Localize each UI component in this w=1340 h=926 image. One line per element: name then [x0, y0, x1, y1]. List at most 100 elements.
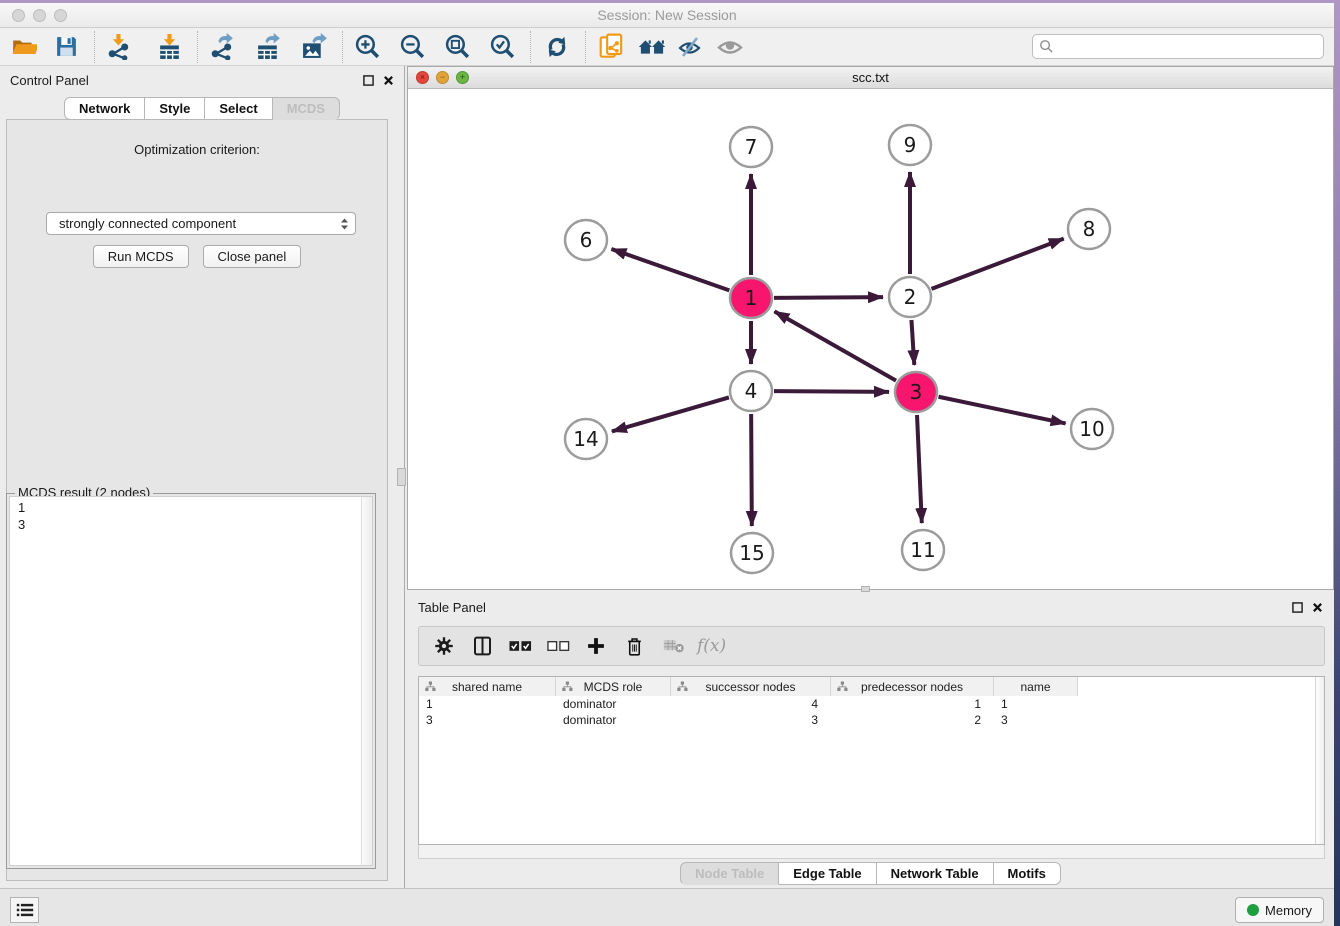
table-settings-button[interactable] — [427, 631, 461, 661]
unselect-all-columns-button[interactable] — [541, 631, 575, 661]
mcds-result-text[interactable]: 1 3 — [9, 496, 361, 866]
show-graphics-icon — [716, 34, 744, 60]
tree-column-icon — [562, 681, 573, 692]
tree-column-icon — [837, 681, 848, 692]
import-table-button[interactable] — [155, 32, 183, 62]
edge-3-11[interactable] — [917, 415, 922, 523]
node-6[interactable]: 6 — [565, 220, 607, 260]
select-all-columns-button[interactable] — [503, 631, 537, 661]
table-panel-header: Table Panel — [407, 594, 1334, 621]
cell-successor-nodes[interactable]: 3 — [671, 712, 831, 728]
edge-2-3[interactable] — [911, 320, 914, 365]
save-session-button[interactable] — [52, 32, 80, 62]
open-folder-icon — [11, 34, 37, 60]
toolbar-separator — [530, 31, 531, 63]
zoom-fit-button[interactable] — [443, 32, 471, 62]
export-network-button[interactable] — [208, 32, 236, 62]
edge-1-2[interactable] — [774, 297, 883, 298]
cell-successor-nodes[interactable]: 4 — [671, 696, 831, 712]
node-3[interactable]: 3 — [895, 372, 937, 412]
delete-table-button[interactable] — [657, 631, 691, 661]
cell-predecessor-nodes[interactable]: 1 — [831, 696, 994, 712]
table-tab-motifs[interactable]: Motifs — [994, 862, 1061, 885]
cell-name[interactable]: 3 — [994, 712, 1078, 728]
vertical-splitter-handle[interactable] — [397, 468, 406, 486]
edge-2-8[interactable] — [932, 239, 1064, 289]
close-panel-icon[interactable] — [1312, 602, 1323, 613]
table-horizontal-scrollbar[interactable] — [418, 845, 1325, 859]
search-field[interactable] — [1032, 34, 1324, 59]
optimization-criterion-dropdown[interactable]: strongly connected component — [46, 212, 356, 235]
result-scrollbar[interactable] — [361, 496, 373, 866]
export-table-button[interactable] — [254, 32, 282, 62]
column-header-mcds-role[interactable]: MCDS role — [556, 677, 671, 696]
node-4[interactable]: 4 — [730, 371, 772, 411]
task-history-button[interactable] — [10, 897, 39, 923]
float-panel-icon[interactable] — [1292, 602, 1303, 613]
home-button[interactable] — [638, 32, 666, 62]
run-mcds-button[interactable]: Run MCDS — [93, 245, 189, 268]
create-column-button[interactable] — [579, 631, 613, 661]
zoom-in-button[interactable] — [353, 32, 381, 62]
apply-layout-button[interactable] — [543, 32, 571, 62]
edge-1-6[interactable] — [611, 249, 729, 290]
table-row-1[interactable]: 1dominator411 — [419, 696, 1324, 712]
cell-shared-name[interactable]: 1 — [419, 696, 556, 712]
zoom-selected-button[interactable] — [488, 32, 516, 62]
edge-4-15[interactable] — [751, 414, 752, 526]
tab-mcds[interactable]: MCDS — [273, 97, 340, 120]
node-2[interactable]: 2 — [889, 277, 931, 317]
node-8[interactable]: 8 — [1068, 209, 1110, 249]
table-panel: Table Panel — [407, 594, 1334, 888]
node-9[interactable]: 9 — [889, 125, 931, 165]
node-table[interactable]: shared nameMCDS rolesuccessor nodesprede… — [418, 676, 1325, 845]
tab-select[interactable]: Select — [205, 97, 272, 120]
import-network-button[interactable] — [105, 32, 133, 62]
hide-graphics-button[interactable] — [676, 32, 704, 62]
table-tab-edge-table[interactable]: Edge Table — [779, 862, 876, 885]
table-vertical-scrollbar[interactable] — [1315, 677, 1324, 844]
cell-mcds-role[interactable]: dominator — [556, 696, 671, 712]
node-10[interactable]: 10 — [1071, 409, 1113, 449]
open-file-button[interactable] — [10, 32, 38, 62]
edge-3-1[interactable] — [774, 311, 896, 380]
export-image-button[interactable] — [300, 32, 328, 62]
cell-name[interactable]: 1 — [994, 696, 1078, 712]
toggle-column-view-button[interactable] — [465, 631, 499, 661]
cell-mcds-role[interactable]: dominator — [556, 712, 671, 728]
edge-4-3[interactable] — [774, 391, 889, 392]
network-canvas[interactable]: 7 9 6 8 1 2 4 3 14 10 15 11 — [408, 89, 1333, 589]
network-from-file-button[interactable] — [598, 32, 626, 62]
search-input[interactable] — [1054, 37, 1323, 57]
node-1[interactable]: 1 — [730, 278, 772, 318]
tree-column-icon — [677, 681, 688, 692]
tab-network[interactable]: Network — [64, 97, 145, 120]
cell-predecessor-nodes[interactable]: 2 — [831, 712, 994, 728]
node-label: 3 — [910, 380, 923, 404]
cell-shared-name[interactable]: 3 — [419, 712, 556, 728]
node-7[interactable]: 7 — [730, 127, 772, 167]
edge-4-14[interactable] — [612, 397, 729, 431]
table-tab-node-table[interactable]: Node Table — [680, 862, 779, 885]
edge-3-10[interactable] — [939, 397, 1066, 424]
table-row-2[interactable]: 3dominator323 — [419, 712, 1324, 728]
node-11[interactable]: 11 — [902, 530, 944, 570]
memory-button[interactable]: Memory — [1235, 897, 1324, 923]
table-tab-network-table[interactable]: Network Table — [877, 862, 994, 885]
node-14[interactable]: 14 — [565, 419, 607, 459]
show-graphics-button[interactable] — [716, 32, 744, 62]
node-15[interactable]: 15 — [731, 533, 773, 573]
zoom-out-button[interactable] — [398, 32, 426, 62]
horizontal-splitter-handle[interactable] — [861, 586, 870, 592]
delete-column-button[interactable] — [617, 631, 651, 661]
column-header-successor-nodes[interactable]: successor nodes — [671, 677, 831, 696]
column-header-predecessor-nodes[interactable]: predecessor nodes — [831, 677, 994, 696]
function-builder-button[interactable]: f(x) — [691, 636, 726, 656]
close-panel-button[interactable]: Close panel — [203, 245, 302, 268]
column-header-shared-name[interactable]: shared name — [419, 677, 556, 696]
node-label: 10 — [1079, 417, 1104, 441]
float-panel-icon[interactable] — [363, 75, 374, 86]
column-header-name[interactable]: name — [994, 677, 1078, 696]
close-panel-icon[interactable] — [383, 75, 394, 86]
tab-style[interactable]: Style — [145, 97, 205, 120]
